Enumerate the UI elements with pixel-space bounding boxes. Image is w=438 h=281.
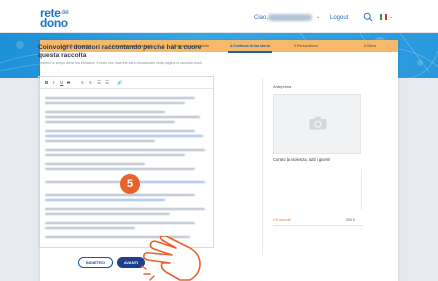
bulleted-list-button[interactable]: ☰ [97,80,101,86]
preview-label: Anteprima [273,84,292,89]
preview-raised-amount: 0 € raccolti [273,218,291,222]
page-title: Coinvolgi i donatori raccontando perché … [38,44,202,59]
page-subtitle: Descrivi lo scopo della tua iniziativa. … [38,61,203,65]
preview-goal-amount: 200 € [346,218,355,222]
top-navigation-bar: retedel dono Ciao, ⌄ Logout ⌄ [0,0,438,33]
logout-link[interactable]: Logout [330,15,348,21]
strikethrough-button[interactable]: S [67,80,70,86]
editor-toolbar: B I U S ≡ ≡ ☰ ☰ 🔗 [39,77,213,89]
step-personalize[interactable]: 5.Personalizza [294,43,318,49]
back-button[interactable]: INDIETRO [78,257,113,268]
italic-button[interactable]: I [53,80,55,86]
step-save[interactable]: 6.Salva [364,43,376,49]
active-step-indicator [228,51,272,53]
numbered-list-button[interactable]: ☰ [105,80,109,86]
logo-text-dono: dono [40,16,68,30]
greeting-text: Ciao, [254,15,269,21]
story-text-editor[interactable]: B I U S ≡ ≡ ☰ ☰ 🔗 [38,76,214,248]
column-divider [262,78,263,254]
rete-del-dono-logo[interactable]: retedel dono [40,7,86,29]
italian-flag-icon[interactable] [380,14,387,20]
pointing-hand-icon [141,236,201,281]
user-name-blurred[interactable] [268,14,312,21]
user-menu-chevron-icon[interactable]: ⌄ [316,14,320,20]
language-chevron-icon[interactable]: ⌄ [389,14,393,20]
link-button[interactable]: 🔗 [117,80,122,86]
search-icon[interactable] [363,12,373,22]
align-left-button[interactable]: ≡ [81,80,84,86]
align-center-button[interactable]: ≡ [89,80,92,86]
preview-progress-bar [273,225,363,226]
camera-icon [309,116,327,130]
step-continue-story[interactable]: 4.Continua la tua storia [230,43,270,49]
preview-separator [361,170,362,210]
underline-button[interactable]: U [60,80,63,86]
tutorial-step-badge: 5 [120,174,140,194]
bold-button[interactable]: B [45,80,48,86]
preview-campaign-title: Contro la violenza, tutti i giorni! [273,157,331,162]
